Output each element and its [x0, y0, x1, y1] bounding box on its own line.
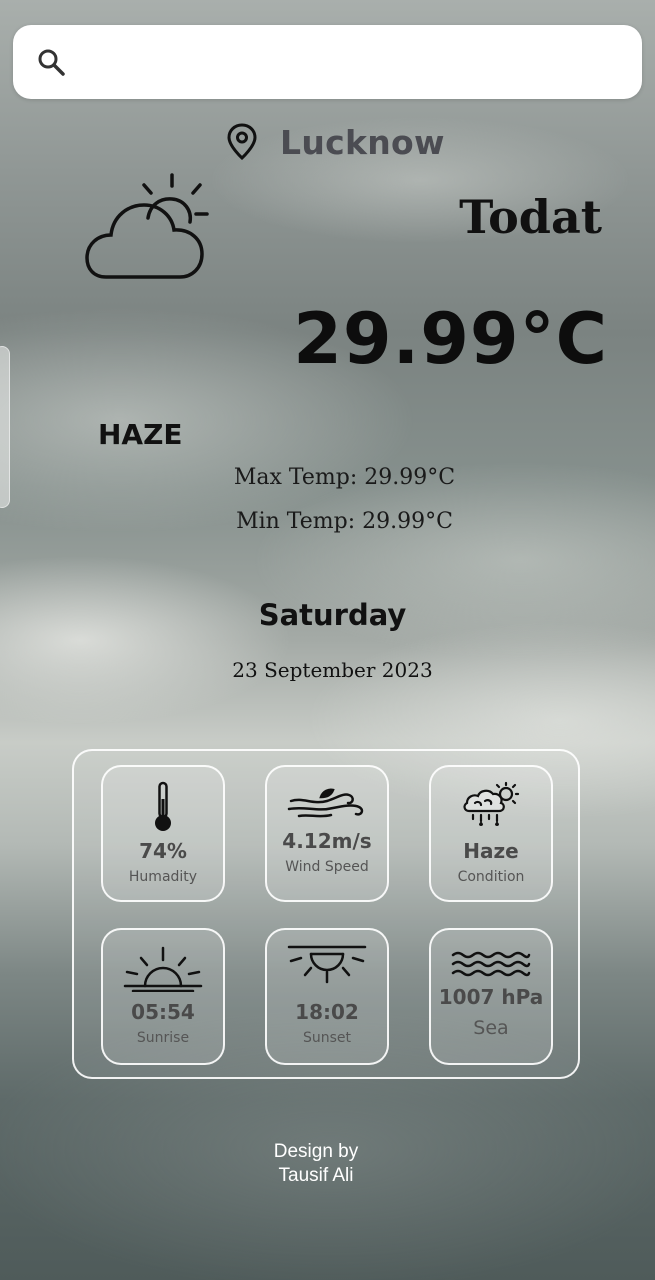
max-temperature: Max Temp: 29.99°C: [233, 465, 456, 490]
location-pin-icon: [227, 123, 257, 161]
weather-stats-panel: 74% Humadity 4.12m/s Wind Speed Haze Con…: [72, 749, 580, 1079]
sunset-tile: 18:02 Sunset: [265, 928, 389, 1065]
today-label: Todat: [459, 190, 602, 244]
city-name: Lucknow: [280, 122, 445, 162]
condition-value: Haze: [463, 839, 519, 863]
full-date: 23 September 2023: [232, 658, 433, 682]
humidity-value: 74%: [139, 839, 187, 863]
sunset-label: Sunset: [302, 1030, 352, 1046]
sunrise-icon: [123, 946, 203, 992]
wind-icon: [287, 788, 364, 818]
search-input[interactable]: [83, 39, 623, 85]
sunrise-tile: 05:54 Sunrise: [101, 928, 225, 1065]
credit-line-1: Design by: [273, 1141, 359, 1162]
cloud-rain-sun-icon: [463, 781, 520, 826]
wind-speed-value: 4.12m/s: [282, 829, 372, 853]
humidity-tile: 74% Humadity: [101, 765, 225, 902]
partly-cloudy-icon: [85, 173, 209, 279]
search-bar[interactable]: [13, 25, 642, 99]
sunset-time: 18:02: [295, 1000, 359, 1024]
current-temperature: 29.99°C: [293, 298, 608, 380]
thermometer-icon: [155, 781, 171, 831]
humidity-label: Humadity: [128, 869, 198, 885]
footer-credit: Design by Tausif Ali: [0, 1140, 632, 1188]
waves-icon: [451, 951, 531, 977]
sunrise-label: Sunrise: [136, 1030, 190, 1046]
weather-condition: HAZE: [98, 418, 183, 451]
sea-level-value: 1007 hPa: [438, 985, 544, 1009]
side-edge-handle[interactable]: [0, 346, 10, 508]
condition-tile: Haze Condition: [429, 765, 553, 902]
sunset-icon: [287, 945, 367, 984]
min-temperature: Min Temp: 29.99°C: [236, 509, 453, 534]
wind-tile: 4.12m/s Wind Speed: [265, 765, 389, 902]
sunrise-time: 05:54: [131, 1000, 195, 1024]
search-icon[interactable]: [35, 46, 67, 78]
weekday: Saturday: [258, 598, 407, 632]
wind-speed-label: Wind Speed: [285, 859, 369, 875]
sea-level-tile: 1007 hPa Sea: [429, 928, 553, 1065]
condition-label: Condition: [457, 869, 525, 885]
sea-level-label: Sea: [473, 1017, 509, 1039]
location: Lucknow: [226, 120, 445, 164]
credit-author: Tausif Ali: [278, 1165, 354, 1186]
